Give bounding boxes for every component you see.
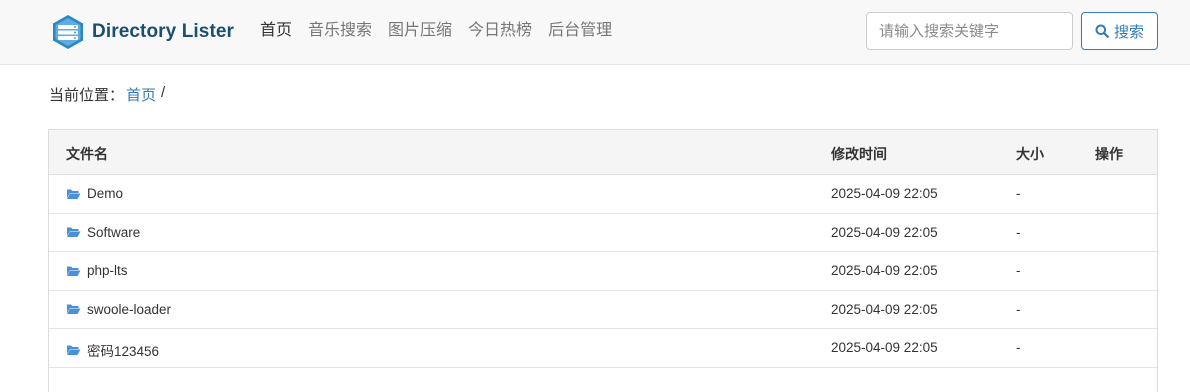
file-name: php-lts bbox=[87, 263, 128, 278]
modified-time: 2025-04-09 22:05 bbox=[831, 224, 938, 240]
modified-time: 2025-04-09 22:05 bbox=[831, 186, 938, 201]
file-size: - bbox=[1016, 263, 1021, 278]
brand-name: Directory Lister bbox=[92, 21, 235, 42]
file-size: - bbox=[1016, 340, 1021, 355]
header-actions: 操作 bbox=[1095, 146, 1123, 162]
table-row[interactable]: Software 2025-04-09 22:05 - bbox=[49, 214, 1157, 252]
modified-time: 2025-04-09 22:05 bbox=[831, 340, 938, 355]
header-modified[interactable]: 修改时间 bbox=[831, 144, 887, 164]
file-size: - bbox=[1016, 224, 1021, 240]
nav-home[interactable]: 首页 bbox=[260, 20, 292, 42]
file-name: swoole-loader bbox=[87, 301, 172, 317]
folder-open-icon bbox=[67, 304, 81, 314]
file-name-link[interactable]: php-lts bbox=[66, 263, 128, 278]
breadcrumb: 当前位置： 首页 / bbox=[49, 84, 165, 105]
main-nav: 首页 音乐搜索 图片压缩 今日热榜 后台管理 bbox=[260, 20, 628, 42]
folder-open-icon bbox=[67, 227, 81, 237]
breadcrumb-separator: / bbox=[161, 84, 166, 101]
nav-admin[interactable]: 后台管理 bbox=[548, 20, 612, 42]
nav-hot-list[interactable]: 今日热榜 bbox=[468, 20, 532, 42]
search-button-label: 搜索 bbox=[1113, 23, 1144, 41]
file-name-link[interactable]: Software bbox=[66, 225, 140, 240]
breadcrumb-home-link[interactable]: 首页 bbox=[126, 84, 156, 105]
table-row[interactable]: Demo 2025-04-09 22:05 - bbox=[49, 175, 1157, 214]
search-button[interactable]: 搜索 bbox=[1081, 12, 1158, 50]
table-row[interactable]: 密码123456 2025-04-09 22:05 - bbox=[49, 329, 1157, 368]
file-name-link[interactable]: 密码123456 bbox=[66, 340, 159, 360]
server-stack-icon bbox=[53, 15, 83, 49]
file-table: 文件名 修改时间 大小 操作 Demo 2025-04-09 22:05 - S… bbox=[48, 129, 1158, 392]
top-navbar: Directory Lister 首页 音乐搜索 图片压缩 今日热榜 后台管理 … bbox=[0, 0, 1190, 65]
table-header: 文件名 修改时间 大小 操作 bbox=[49, 130, 1157, 175]
nav-image-compress[interactable]: 图片压缩 bbox=[388, 20, 452, 42]
search-input[interactable] bbox=[866, 12, 1073, 50]
breadcrumb-prefix: 当前位置： bbox=[49, 87, 125, 104]
file-name: Demo bbox=[87, 186, 124, 201]
file-name-link[interactable]: swoole-loader bbox=[66, 302, 171, 317]
file-size: - bbox=[1016, 186, 1021, 201]
folder-open-icon bbox=[67, 345, 81, 355]
file-size: - bbox=[1016, 301, 1021, 317]
brand[interactable]: Directory Lister bbox=[50, 13, 234, 51]
file-name: 密码123456 bbox=[87, 344, 160, 359]
header-name[interactable]: 文件名 bbox=[66, 144, 108, 164]
search-icon bbox=[1095, 24, 1109, 38]
folder-open-icon bbox=[67, 266, 81, 276]
folder-open-icon bbox=[67, 189, 81, 199]
file-name-link[interactable]: Demo bbox=[66, 186, 123, 201]
header-size[interactable]: 大小 bbox=[1016, 144, 1044, 164]
table-row[interactable]: swoole-loader 2025-04-09 22:05 - bbox=[49, 291, 1157, 329]
table-row[interactable]: php-lts 2025-04-09 22:05 - bbox=[49, 252, 1157, 291]
modified-time: 2025-04-09 22:05 bbox=[831, 301, 938, 317]
nav-music-search[interactable]: 音乐搜索 bbox=[308, 20, 372, 42]
modified-time: 2025-04-09 22:05 bbox=[831, 263, 938, 278]
file-name: Software bbox=[87, 224, 141, 240]
